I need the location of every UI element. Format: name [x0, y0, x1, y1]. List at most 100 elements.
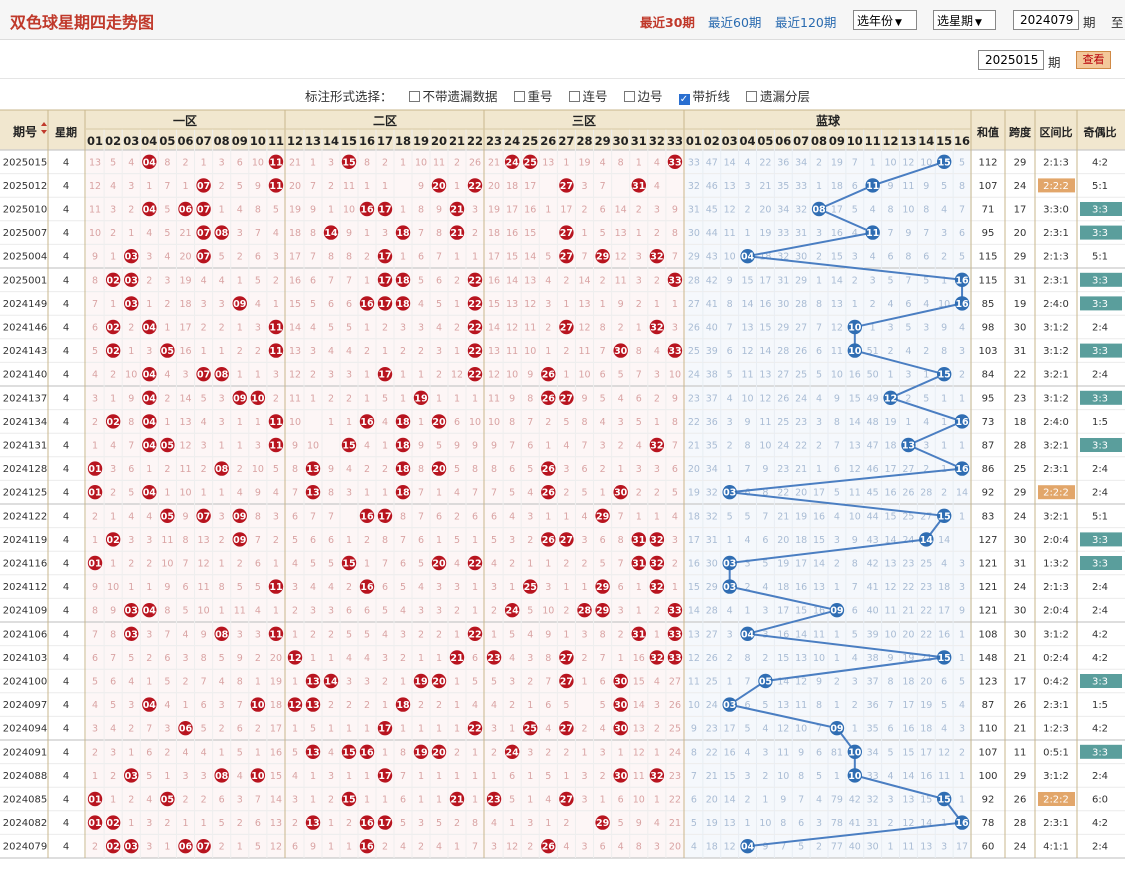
red-ball-number: 22 [468, 299, 481, 310]
red-miss-value: 7 [418, 511, 424, 522]
weekday: 4 [63, 323, 69, 334]
blue-miss-value: 45 [867, 488, 879, 499]
red-miss-value: 1 [472, 606, 478, 617]
red-miss-value: 1 [364, 181, 370, 192]
sum-value: 95 [982, 393, 995, 404]
red-miss-value: 1 [110, 299, 116, 310]
red-miss-value: 7 [672, 252, 678, 263]
blue-miss-value: 13 [742, 323, 754, 334]
red-miss-value: 10 [415, 157, 427, 168]
red-miss-value: 2 [636, 205, 642, 216]
red-miss-value: 7 [618, 511, 624, 522]
blue-miss-value: 1 [959, 441, 965, 452]
red-miss-value: 11 [578, 346, 590, 357]
blue-miss-value: 8 [888, 677, 894, 688]
red-miss-value: 13 [270, 818, 282, 829]
blue-miss-value: 20 [706, 795, 718, 806]
header-blue-number: 15 [936, 134, 952, 148]
red-miss-value: 2 [164, 747, 170, 758]
red-miss-value: 3 [672, 535, 678, 546]
red-miss-value: 2 [454, 747, 460, 758]
blue-miss-value: 3 [745, 771, 751, 782]
red-miss-value: 3 [92, 393, 98, 404]
red-miss-value: 1 [128, 228, 134, 239]
red-miss-value: 7 [110, 653, 116, 664]
red-miss-value: 2 [219, 181, 225, 192]
red-miss-value: 13 [488, 346, 500, 357]
blue-miss-value: 13 [831, 299, 843, 310]
red-miss-value: 6 [182, 582, 188, 593]
red-miss-value: 3 [418, 818, 424, 829]
span-value: 24 [1014, 582, 1027, 593]
issue-number: 2024140 [3, 370, 48, 381]
red-miss-value: 3 [346, 370, 352, 381]
red-miss-value: 2 [328, 700, 334, 711]
oddeven-value: 3:3 [1092, 559, 1108, 570]
blue-miss-value: 77 [831, 842, 843, 853]
red-miss-value: 1 [545, 818, 551, 829]
sum-value: 92 [982, 795, 995, 806]
blue-miss-value: 7 [745, 677, 751, 688]
red-miss-value: 4 [600, 417, 606, 428]
red-miss-value: 2 [273, 535, 279, 546]
red-miss-value: 1 [364, 795, 370, 806]
red-miss-value: 5 [292, 747, 298, 758]
weekday: 4 [63, 747, 69, 758]
red-miss-value: 2 [454, 275, 460, 286]
blue-miss-value: 11 [849, 488, 861, 499]
issue-number: 2025015 [3, 157, 48, 168]
red-miss-value: 16 [524, 205, 536, 216]
red-miss-value: 14 [524, 252, 536, 263]
red-ball-number: 04 [143, 205, 157, 216]
red-miss-value: 3 [182, 653, 188, 664]
blue-miss-value: 2 [834, 559, 840, 570]
blue-miss-value: 4 [870, 205, 876, 216]
blue-miss-value: 11 [938, 771, 950, 782]
red-miss-value: 4 [164, 700, 170, 711]
red-miss-value: 1 [491, 629, 497, 640]
red-miss-value: 1 [237, 417, 243, 428]
red-miss-value: 1 [436, 771, 442, 782]
blue-ball-number: 16 [955, 417, 969, 428]
blue-miss-value: 6 [727, 346, 733, 357]
red-miss-value: 7 [382, 559, 388, 570]
red-miss-value: 3 [654, 842, 660, 853]
red-ball-number: 11 [269, 417, 282, 428]
red-miss-value: 3 [328, 157, 334, 168]
red-miss-value: 8 [600, 323, 606, 334]
red-miss-value: 3 [563, 464, 569, 475]
header-red-number: 26 [540, 134, 556, 148]
red-miss-value: 1 [636, 511, 642, 522]
red-miss-value: 3 [237, 228, 243, 239]
red-miss-value: 6 [636, 393, 642, 404]
red-ball-number: 20 [432, 559, 446, 570]
red-miss-value: 18 [506, 181, 518, 192]
blue-miss-value: 30 [777, 299, 789, 310]
red-miss-value: 2 [310, 370, 316, 381]
red-miss-value: 3 [454, 582, 460, 593]
red-miss-value: 9 [128, 393, 134, 404]
red-miss-value: 3 [128, 535, 134, 546]
red-miss-value: 1 [454, 299, 460, 310]
header-blue-number: 03 [722, 134, 738, 148]
blue-miss-value: 47 [706, 157, 718, 168]
header-red-number: 25 [522, 134, 538, 148]
blue-miss-value: 31 [777, 275, 789, 286]
red-miss-value: 1 [400, 157, 406, 168]
red-miss-value: 5 [563, 417, 569, 428]
red-ball-number: 32 [650, 771, 663, 782]
red-miss-value: 10 [289, 417, 301, 428]
blue-miss-value: 7 [762, 511, 768, 522]
red-ball-number: 07 [197, 181, 210, 192]
red-miss-value: 6 [436, 511, 442, 522]
blue-miss-value: 17 [724, 724, 736, 735]
red-miss-value: 9 [618, 299, 624, 310]
red-miss-value: 10 [469, 417, 481, 428]
oddeven-value: 3:3 [1092, 346, 1108, 357]
blue-miss-value: 49 [867, 393, 879, 404]
sum-value: 110 [978, 724, 997, 735]
red-miss-value: 5 [310, 559, 316, 570]
red-ball-number: 03 [125, 275, 138, 286]
red-miss-value: 3 [672, 323, 678, 334]
red-miss-value: 7 [292, 488, 298, 499]
